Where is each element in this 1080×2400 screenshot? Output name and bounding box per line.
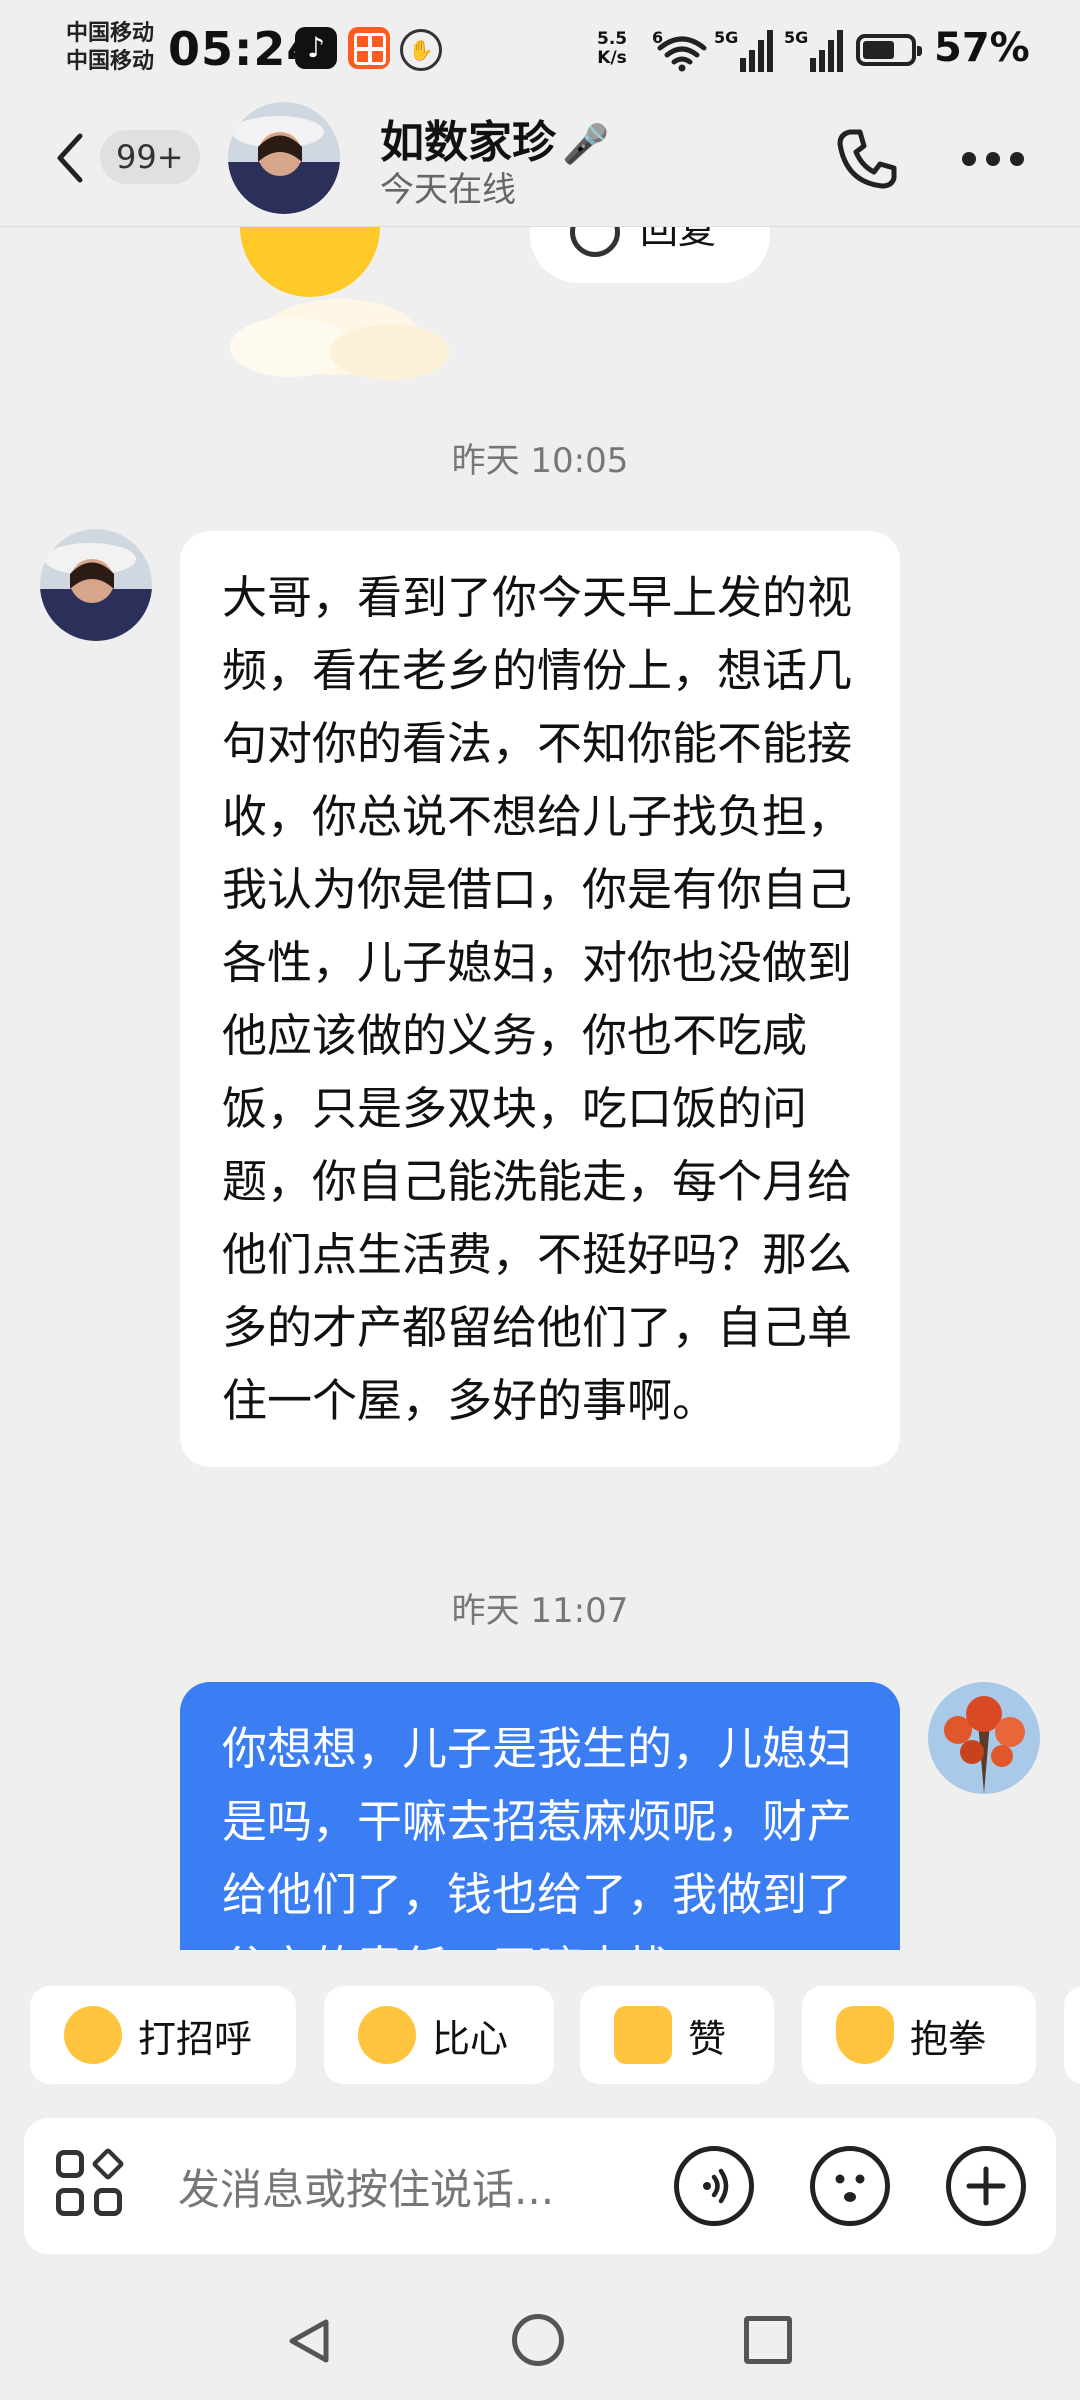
- apps-grid-icon[interactable]: [56, 2147, 128, 2222]
- chevron-left-icon: [57, 133, 83, 183]
- battery-percent: 57%: [934, 25, 1030, 71]
- fist-salute-emoji-icon: [836, 2006, 894, 2064]
- sim1-label: 5G: [714, 28, 739, 47]
- nav-back-icon[interactable]: [284, 2316, 334, 2366]
- nav-recents-icon[interactable]: [744, 2316, 792, 2364]
- hand-notification-icon: ✋: [400, 29, 442, 71]
- message-text: 你想想，儿子是我生的，儿媳妇是吗，干嘛去招惹麻烦呢，财产给他们了，钱也给了，我做…: [222, 1722, 853, 1950]
- system-navigation-bar: [0, 2280, 1080, 2400]
- reply-button[interactable]: 回复: [530, 227, 770, 283]
- more-options-icon[interactable]: [958, 152, 1028, 168]
- incoming-message-bubble[interactable]: 大哥，看到了你今天早上发的视频，看在老乡的情份上，想话几句对你的看法，不知你能不…: [180, 531, 900, 1467]
- message-input[interactable]: 发消息或按住说话...: [178, 2156, 554, 2217]
- chip-label: 赞: [688, 2016, 727, 2061]
- reply-circle-icon: [570, 227, 620, 257]
- chip-label: 抱拳: [910, 2016, 987, 2061]
- quick-reply-heart[interactable]: 比心: [324, 1986, 554, 2084]
- chat-messages[interactable]: 回复 昨天 10:05 大哥，看到了你今天早上发的视频，看在老乡的情份上，想话几…: [0, 227, 1080, 1950]
- add-attachment-icon[interactable]: [946, 2146, 1026, 2226]
- quick-reply-salute[interactable]: 抱拳: [802, 1986, 1036, 2084]
- timestamp: 昨天 10:05: [451, 441, 629, 481]
- contact-avatar[interactable]: [228, 102, 340, 214]
- sun-sticker: [200, 227, 480, 387]
- reply-label: 回复: [640, 227, 717, 252]
- network-speed: 5.5 K/s: [597, 30, 627, 68]
- carrier-2: 中国移动: [66, 49, 155, 74]
- finger-heart-emoji-icon: [358, 2006, 416, 2064]
- quick-reply-like[interactable]: 赞: [580, 1986, 774, 2084]
- thumbs-up-emoji-icon: [614, 2006, 672, 2064]
- sim2-label: 5G: [784, 28, 809, 47]
- contact-name: 如数家珍 🎤: [380, 106, 609, 170]
- signal-sim1-icon: 5G: [714, 28, 774, 72]
- wifi-icon: 6: [652, 28, 708, 72]
- message-text: 大哥，看到了你今天早上发的视频，看在老乡的情份上，想话几句对你的看法，不知你能不…: [222, 571, 853, 1427]
- quick-reply-greet[interactable]: 打招呼: [30, 1986, 296, 2084]
- quick-reply-more[interactable]: [1064, 1986, 1080, 2084]
- my-avatar[interactable]: [928, 1682, 1040, 1794]
- chip-label: 打招呼: [138, 2016, 253, 2061]
- carrier-1: 中国移动: [66, 21, 155, 46]
- online-status: 今天在线: [380, 170, 516, 210]
- quick-reply-bar: 打招呼 比心 赞 抱拳: [0, 1986, 1080, 2086]
- microphone-icon: 🎤: [562, 122, 610, 166]
- tiktok-notification-icon: ♪: [295, 27, 337, 69]
- chat-header: 99+ 如数家珍 🎤 今天在线: [0, 100, 1080, 227]
- phone-call-icon[interactable]: [832, 124, 902, 194]
- outgoing-message-bubble[interactable]: 你想想，儿子是我生的，儿媳妇是吗，干嘛去招惹麻烦呢，财产给他们了，钱也给了，我做…: [180, 1682, 900, 1950]
- chip-label: 比心: [432, 2016, 509, 2061]
- carrier-labels: 中国移动 中国移动: [66, 20, 154, 76]
- message-input-bar: 发消息或按住说话...: [24, 2118, 1056, 2254]
- timestamp: 昨天 11:07: [451, 1591, 629, 1631]
- contact-name-text: 如数家珍: [380, 117, 556, 168]
- battery-icon: [856, 34, 922, 66]
- nav-home-icon[interactable]: [512, 2314, 564, 2366]
- voice-input-icon[interactable]: [674, 2146, 754, 2226]
- back-button[interactable]: [50, 128, 100, 188]
- status-bar: 中国移动 中国移动 05:24 ♪ ✋ 5.5 K/s 6 5G 5G 57%: [0, 0, 1080, 100]
- signal-sim2-icon: 5G: [784, 28, 844, 72]
- contact-message-avatar[interactable]: [40, 529, 152, 641]
- net-speed-value: 5.5: [597, 29, 628, 49]
- net-speed-unit: K/s: [597, 48, 627, 68]
- wave-emoji-icon: [64, 2006, 122, 2064]
- unread-count-badge[interactable]: 99+: [100, 130, 200, 184]
- app-notification-icon: [348, 27, 390, 69]
- emoji-picker-icon[interactable]: [810, 2146, 890, 2226]
